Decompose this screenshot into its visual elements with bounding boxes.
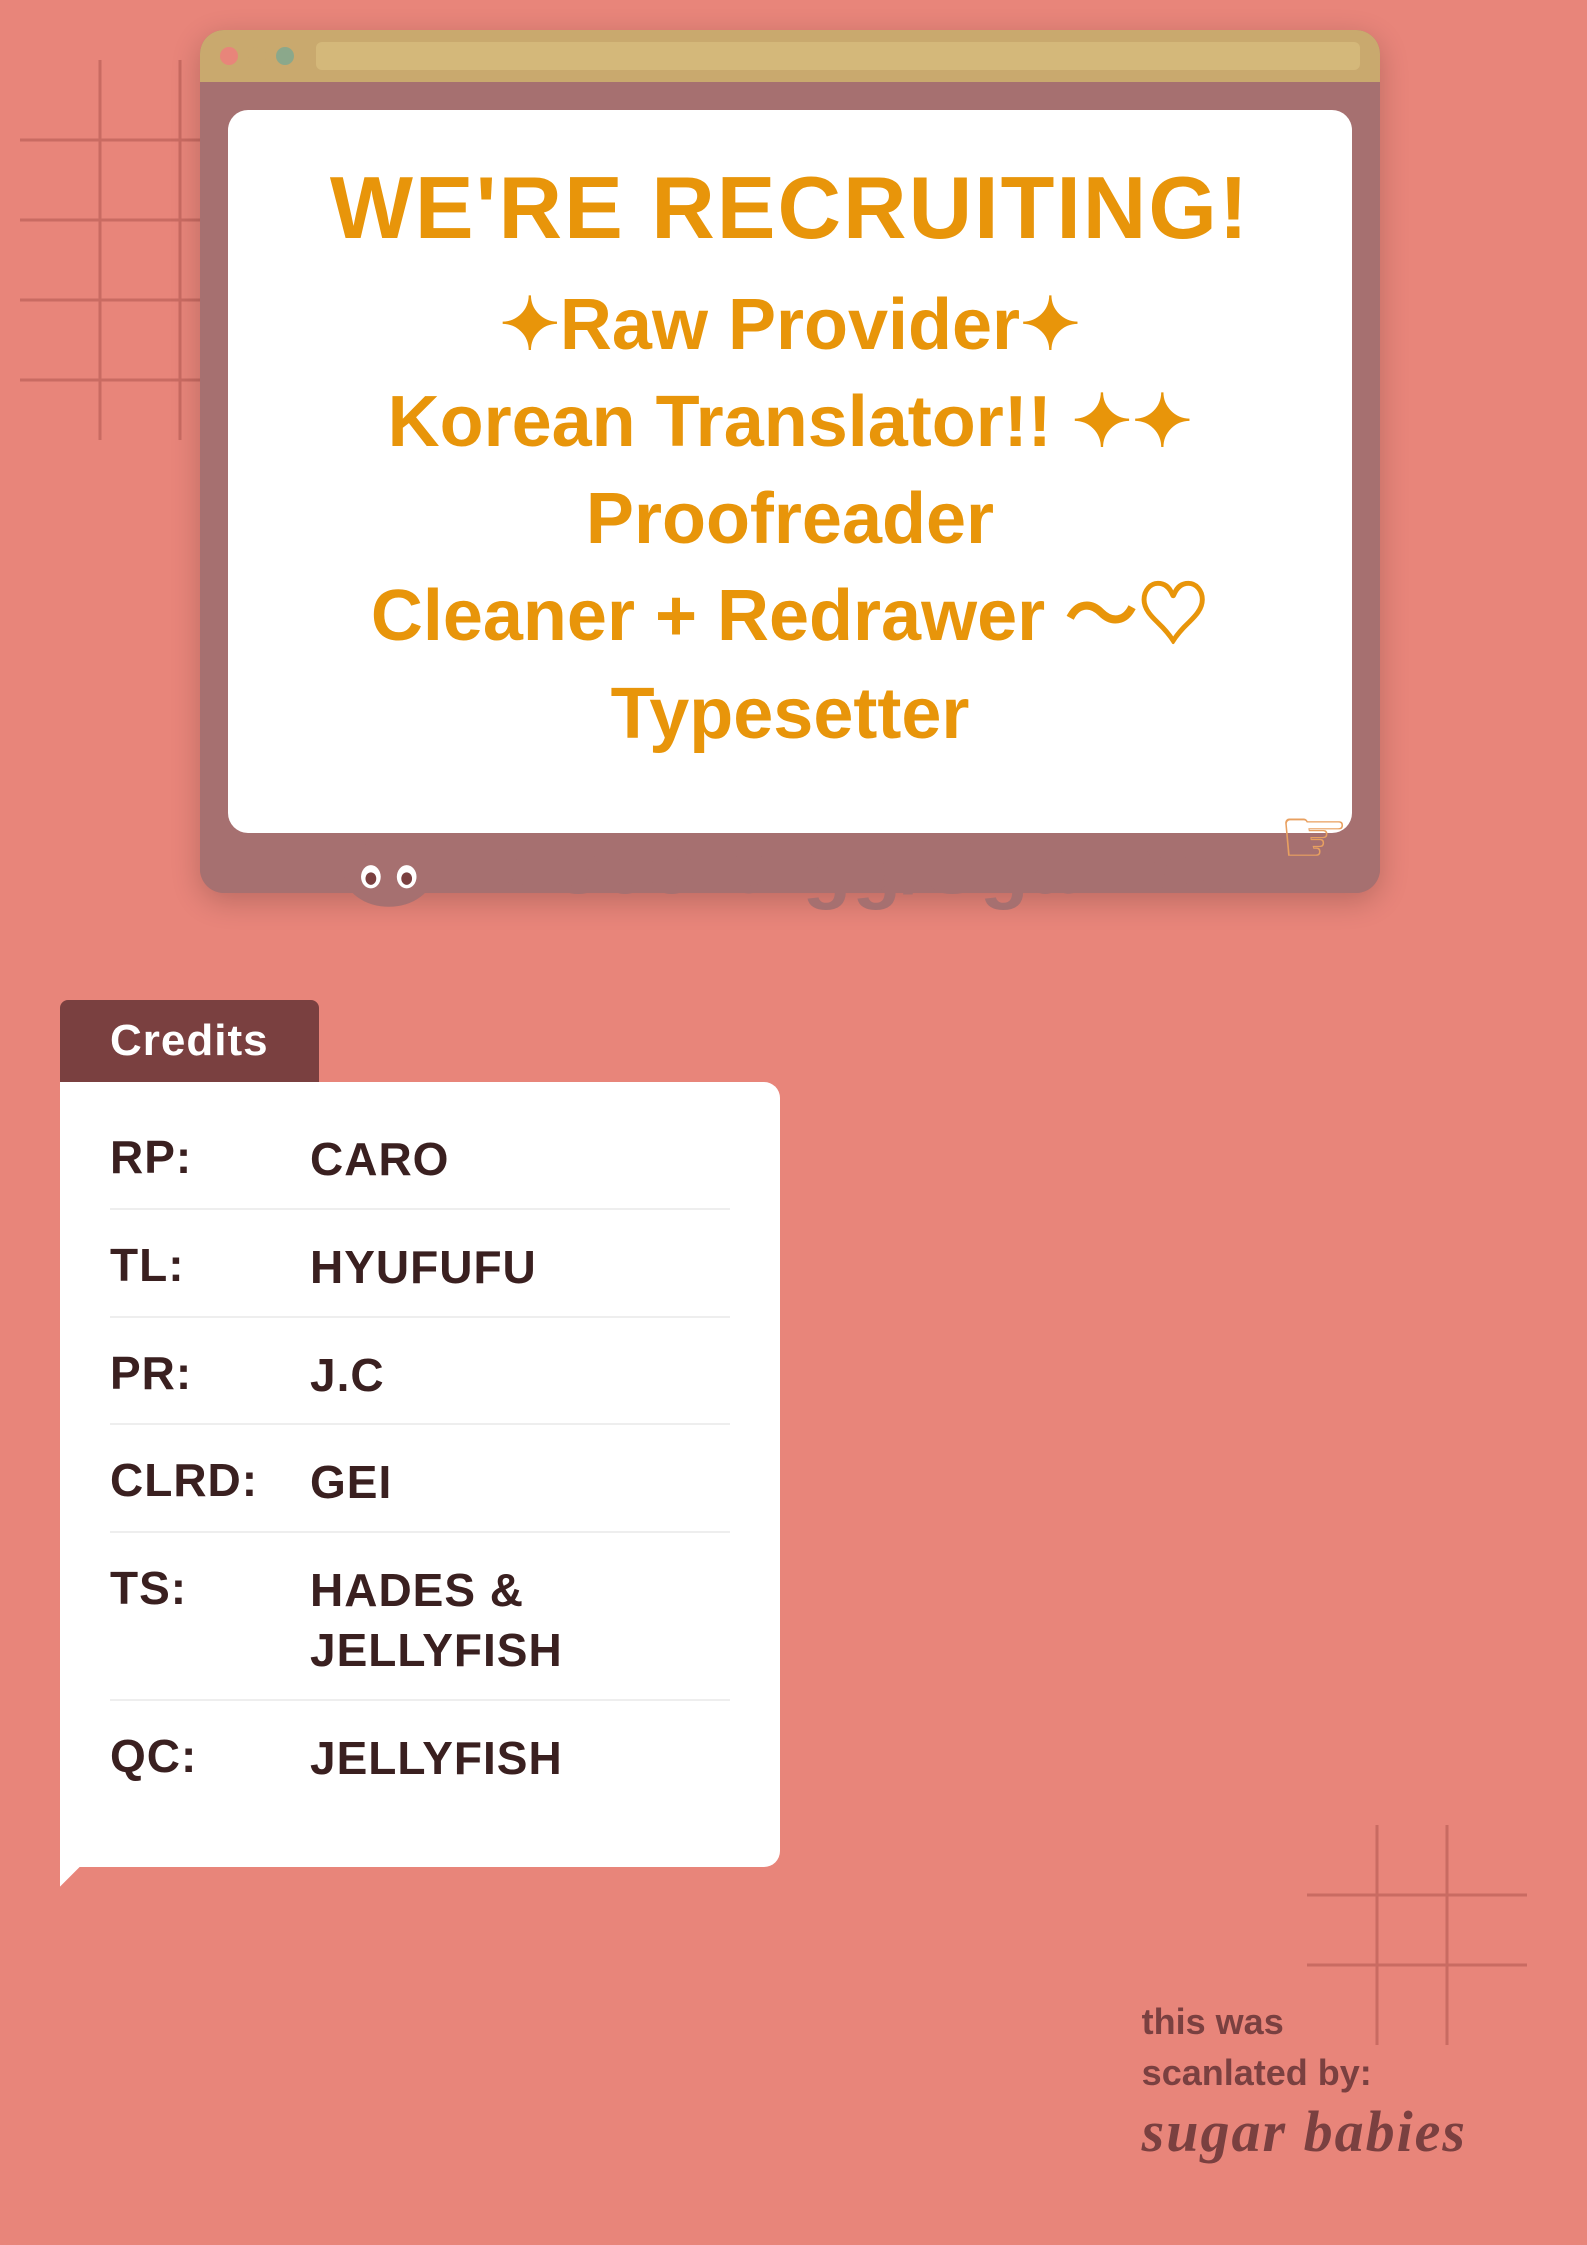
credits-label-clrd: CLRD: <box>110 1453 310 1507</box>
credits-label-pr: PR: <box>110 1346 310 1400</box>
credits-value-rp: CARO <box>310 1130 449 1190</box>
traffic-light-yellow <box>248 47 266 65</box>
recruit-item-2: Proofreader <box>288 471 1292 568</box>
credits-tab: Credits <box>60 1000 319 1082</box>
recruit-item-3: Cleaner + Redrawer ～♡ <box>288 568 1292 665</box>
discord-link[interactable]: Discord.gg/SgaHxxf <box>474 820 1252 912</box>
scanlated-name: sugar babies <box>1142 2098 1467 2165</box>
credits-label-ts: TS: <box>110 1561 310 1615</box>
discord-section: Discord.gg/SgaHxxf <box>0 820 1587 912</box>
recruit-item-0: ✦Raw Provider✦ <box>288 277 1292 374</box>
credits-row-clrd: CLRD: GEI <box>110 1435 730 1533</box>
credits-row-tl: TL: HYUFUFU <box>110 1220 730 1318</box>
browser-titlebar <box>200 30 1380 82</box>
scanlated-by-text: this was scanlated by: <box>1142 1997 1467 2098</box>
browser-content: WE'RE RECRUITING! ✦Raw Provider✦ Korean … <box>200 82 1380 893</box>
credits-value-qc: JELLYFISH <box>310 1729 563 1789</box>
credits-label-tl: TL: <box>110 1238 310 1292</box>
credits-card: RP: CARO TL: HYUFUFU PR: J.C CLRD: GEI T… <box>60 1082 780 1867</box>
credits-value-pr: J.C <box>310 1346 385 1406</box>
browser-window: WE'RE RECRUITING! ✦Raw Provider✦ Korean … <box>200 30 1380 893</box>
credits-value-clrd: GEI <box>310 1453 392 1513</box>
scanlated-section: this was scanlated by: sugar babies <box>1142 1997 1467 2165</box>
recruit-item-4: Typesetter <box>288 666 1292 763</box>
credits-row-qc: QC: JELLYFISH <box>110 1711 730 1807</box>
credits-label-qc: QC: <box>110 1729 310 1783</box>
credits-value-tl: HYUFUFU <box>310 1238 537 1298</box>
credits-row-rp: RP: CARO <box>110 1112 730 1210</box>
credits-value-ts: HADES &JELLYFISH <box>310 1561 563 1681</box>
recruit-card: WE'RE RECRUITING! ✦Raw Provider✦ Korean … <box>228 110 1352 833</box>
recruit-title: WE'RE RECRUITING! <box>288 160 1292 257</box>
credits-row-pr: PR: J.C <box>110 1328 730 1426</box>
traffic-light-green <box>276 47 294 65</box>
browser-addressbar <box>316 42 1360 70</box>
traffic-light-red <box>220 47 238 65</box>
recruit-item-1: Korean Translator!! ✦✦ <box>288 374 1292 471</box>
credits-row-ts: TS: HADES &JELLYFISH <box>110 1543 730 1701</box>
credits-section: Credits RP: CARO TL: HYUFUFU PR: J.C CLR… <box>60 1000 780 1867</box>
credits-label-rp: RP: <box>110 1130 310 1184</box>
discord-logo-icon <box>334 824 444 909</box>
